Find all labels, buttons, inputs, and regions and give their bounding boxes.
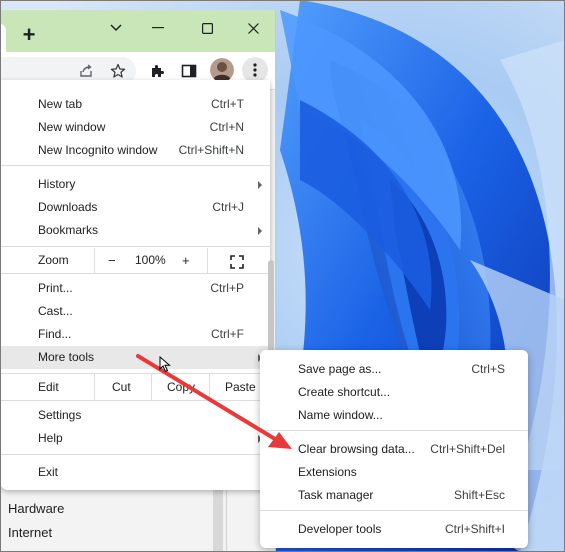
maximize-button[interactable]	[192, 16, 222, 40]
new-tab-label: +	[22, 22, 36, 47]
title-bar: +	[0, 10, 275, 52]
submenu-item-shortcut: Shift+Esc	[453, 488, 505, 502]
zoom-out-button[interactable]: −	[108, 249, 116, 272]
submenu-item-label: Name window...	[298, 408, 383, 422]
tab-search-button[interactable]	[102, 16, 130, 40]
submenu-item-label: Task manager	[298, 488, 374, 502]
kebab-menu-icon	[253, 63, 257, 77]
menu-item-settings[interactable]: Settings	[0, 404, 270, 427]
chevron-down-icon	[110, 24, 122, 32]
menu-item-exit[interactable]: Exit	[0, 461, 270, 484]
menu-item-label: Downloads	[38, 200, 98, 214]
paste-button[interactable]: Paste	[225, 376, 256, 399]
menu-divider	[0, 273, 270, 274]
maximize-icon	[201, 22, 213, 34]
menu-item-new-tab[interactable]: New tab Ctrl+T	[0, 93, 270, 116]
menu-divider	[0, 454, 270, 455]
menu-item-label: New tab	[38, 97, 83, 111]
submenu-item-shortcut: Ctrl+Shift+Del	[430, 442, 505, 456]
menu-item-new-incognito-window[interactable]: New Incognito window Ctrl+Shift+N	[0, 139, 270, 162]
chrome-main-menu: New tab Ctrl+T New window Ctrl+N New Inc…	[0, 80, 270, 490]
menu-item-history[interactable]: History	[0, 173, 270, 196]
minimize-icon	[152, 27, 164, 29]
menu-divider	[207, 248, 208, 273]
submenu-item-shortcut: Ctrl+S	[471, 362, 505, 376]
submenu-item-label: Extensions	[298, 465, 357, 479]
submenu-item-label: Developer tools	[298, 522, 382, 536]
menu-divider	[0, 400, 270, 401]
menu-item-label: Settings	[38, 408, 82, 422]
menu-item-label: More tools	[38, 350, 95, 364]
submenu-item-label: Clear browsing data...	[298, 442, 415, 456]
edit-row: Edit Cut Copy Paste	[0, 374, 270, 400]
menu-item-shortcut: Ctrl+P	[210, 281, 244, 295]
submenu-arrow-icon	[258, 227, 262, 235]
submenu-item-extensions[interactable]: Extensions	[260, 461, 528, 484]
menu-divider	[151, 374, 152, 400]
menu-item-label: Print...	[38, 281, 73, 295]
minimize-button[interactable]	[143, 16, 173, 40]
fullscreen-button[interactable]	[230, 254, 244, 269]
menu-divider	[0, 246, 270, 247]
menu-item-shortcut: Ctrl+F	[211, 327, 244, 341]
zoom-label: Zoom	[38, 253, 69, 267]
menu-divider	[260, 430, 528, 431]
menu-item-shortcut: Ctrl+N	[209, 120, 244, 134]
close-icon	[247, 22, 259, 34]
menu-divider	[0, 165, 270, 166]
submenu-item-label: Save page as...	[298, 362, 382, 376]
mouse-cursor-icon	[159, 356, 171, 373]
close-button[interactable]	[238, 16, 268, 40]
menu-divider	[0, 373, 270, 374]
menu-item-label: New Incognito window	[38, 143, 158, 157]
profile-avatar[interactable]	[210, 58, 234, 82]
zoom-in-button[interactable]: +	[182, 249, 190, 272]
submenu-item-developer-tools[interactable]: Developer tools Ctrl+Shift+I	[260, 518, 528, 541]
menu-item-shortcut: Ctrl+J	[212, 200, 244, 214]
edit-label: Edit	[38, 380, 59, 394]
menu-item-cast[interactable]: Cast...	[0, 300, 270, 323]
menu-item-more-tools[interactable]: More tools	[0, 346, 270, 369]
submenu-item-task-manager[interactable]: Task manager Shift+Esc	[260, 484, 528, 507]
menu-item-new-window[interactable]: New window Ctrl+N	[0, 116, 270, 139]
tab-stub[interactable]	[0, 24, 6, 52]
submenu-item-label: Create shortcut...	[298, 385, 391, 399]
menu-item-label: History	[38, 177, 76, 191]
submenu-item-clear-browsing-data[interactable]: Clear browsing data... Ctrl+Shift+Del	[260, 438, 528, 461]
menu-item-find[interactable]: Find... Ctrl+F	[0, 323, 270, 346]
menu-item-bookmarks[interactable]: Bookmarks	[0, 219, 270, 242]
menu-item-help[interactable]: Help	[0, 427, 270, 450]
more-tools-submenu: Save page as... Ctrl+S Create shortcut..…	[260, 350, 528, 548]
page-scrollbar[interactable]	[213, 485, 223, 552]
menu-item-label: New window	[38, 120, 106, 134]
menu-item-shortcut: Ctrl+Shift+N	[178, 143, 244, 157]
submenu-item-create-shortcut[interactable]: Create shortcut...	[260, 381, 528, 404]
menu-item-shortcut: Ctrl+T	[211, 97, 244, 111]
menu-item-label: Help	[38, 431, 63, 445]
new-tab-button[interactable]: +	[16, 22, 42, 48]
cut-button[interactable]: Cut	[112, 376, 131, 399]
zoom-level-value: 100%	[135, 253, 166, 267]
submenu-item-name-window[interactable]: Name window...	[260, 404, 528, 427]
page-link-hardware[interactable]: Hardware	[8, 501, 64, 516]
menu-item-label: Cast...	[38, 304, 73, 318]
submenu-arrow-icon	[258, 181, 262, 189]
copy-button[interactable]: Copy	[167, 376, 195, 399]
menu-item-label: Find...	[38, 327, 72, 341]
page-link-internet[interactable]: Internet	[8, 525, 52, 540]
menu-divider	[94, 374, 95, 400]
menu-item-label: Bookmarks	[38, 223, 99, 237]
submenu-item-shortcut: Ctrl+Shift+I	[444, 522, 505, 536]
zoom-row: Zoom − 100% +	[0, 248, 270, 273]
menu-divider	[94, 248, 95, 273]
submenu-item-save-page[interactable]: Save page as... Ctrl+S	[260, 358, 528, 381]
fullscreen-icon	[230, 255, 244, 269]
menu-divider	[209, 374, 210, 400]
menu-item-print[interactable]: Print... Ctrl+P	[0, 277, 270, 300]
menu-item-downloads[interactable]: Downloads Ctrl+J	[0, 196, 270, 219]
menu-item-label: Exit	[38, 465, 59, 479]
menu-divider	[260, 510, 528, 511]
